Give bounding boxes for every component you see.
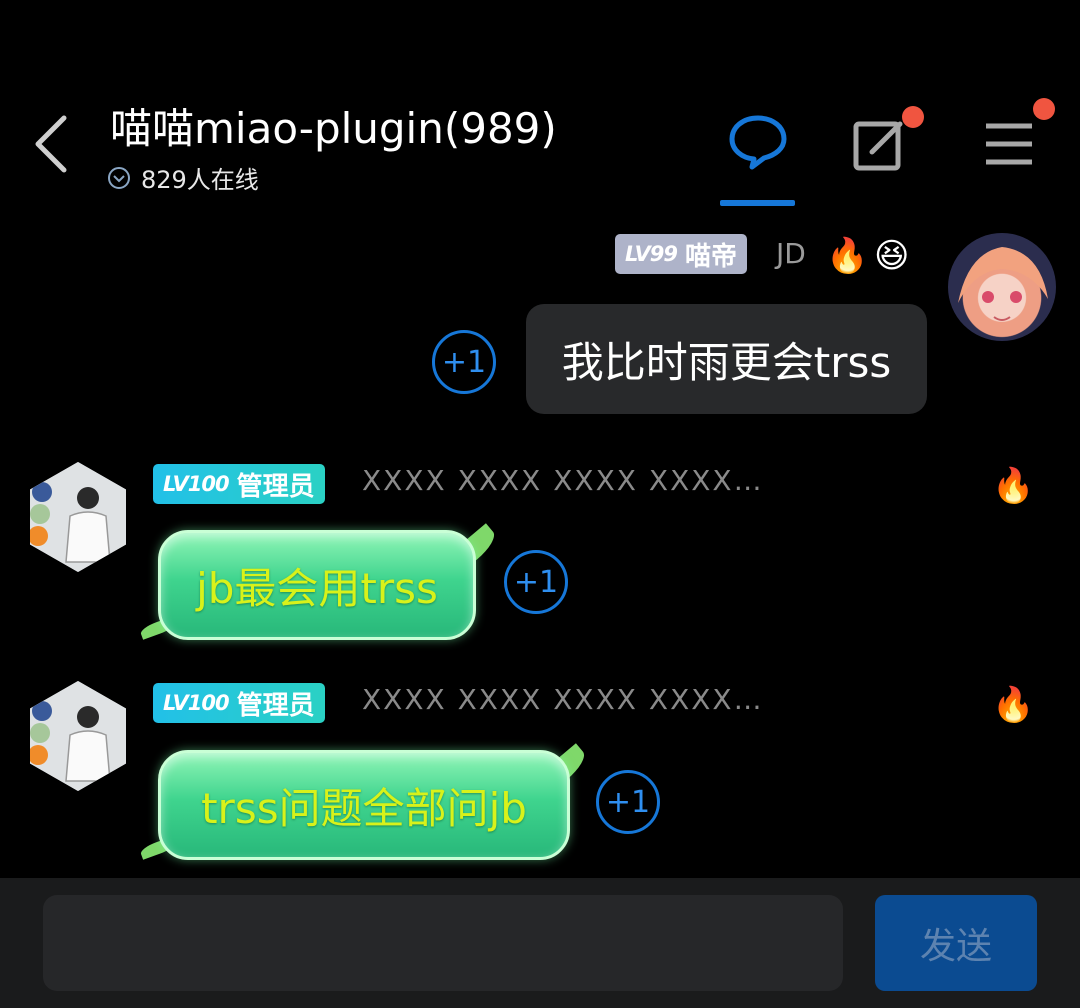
message-input[interactable] [43,895,843,991]
fire-badge-icon: 🔥 [992,685,1035,725]
laughing-emoji: 😆 [874,236,910,276]
online-count-label: 829人在线 [141,166,259,194]
level-text: LV99 [625,242,678,266]
active-tab-indicator [720,200,795,206]
level-text: LV100 [163,691,230,715]
chevron-down-circle-icon [108,166,130,189]
anime-avatar-image [958,247,1048,321]
member-title: 喵帝 [684,241,737,272]
sender-nickname-masked[interactable]: XXXX XXXX XXXX XXXX… [362,464,872,506]
avatar-image [30,681,126,791]
sender-nickname-masked[interactable]: XXXX XXXX XXXX XXXX… [362,683,872,725]
member-title: 管理员 [236,690,315,721]
plus-one-button[interactable]: +1 [432,330,496,394]
chat-screen: 喵喵miao-plugin(989) 829人在线 LV99 喵帝 JD 🔥 😆 [0,0,1080,1008]
avatar[interactable] [30,462,126,572]
message-bubble[interactable]: 我比时雨更会trss [526,304,927,414]
member-level-badge: LV99 喵帝 [615,234,747,274]
sender-nickname[interactable]: JD [776,237,806,270]
level-text: LV100 [163,472,230,496]
plus-one-button[interactable]: +1 [596,770,660,834]
message-bubble[interactable]: jb最会用trss [158,530,476,640]
plus-one-button[interactable]: +1 [504,550,568,614]
online-count[interactable]: 829人在线 [107,160,259,195]
fire-badge-icon: 🔥 [992,466,1035,506]
member-title: 管理员 [236,471,315,502]
avatar[interactable] [30,681,126,791]
menu-notification-dot [1033,98,1055,120]
send-button[interactable]: 发送 [875,895,1037,991]
message-bubble[interactable]: trss问题全部问jb [158,750,570,860]
edit-icon[interactable] [850,114,910,174]
fire-emoji: 🔥 [826,236,869,276]
avatar-image [30,462,126,572]
back-chevron-icon[interactable] [26,112,76,176]
member-level-badge: LV100 管理员 [153,464,325,504]
edit-notification-dot [902,106,924,128]
avatar[interactable] [948,233,1056,341]
group-title: 喵喵miao-plugin(989) [110,104,557,153]
menu-icon[interactable] [980,116,1040,172]
member-level-badge: LV100 管理员 [153,683,325,723]
chat-bubble-icon[interactable] [728,112,788,172]
